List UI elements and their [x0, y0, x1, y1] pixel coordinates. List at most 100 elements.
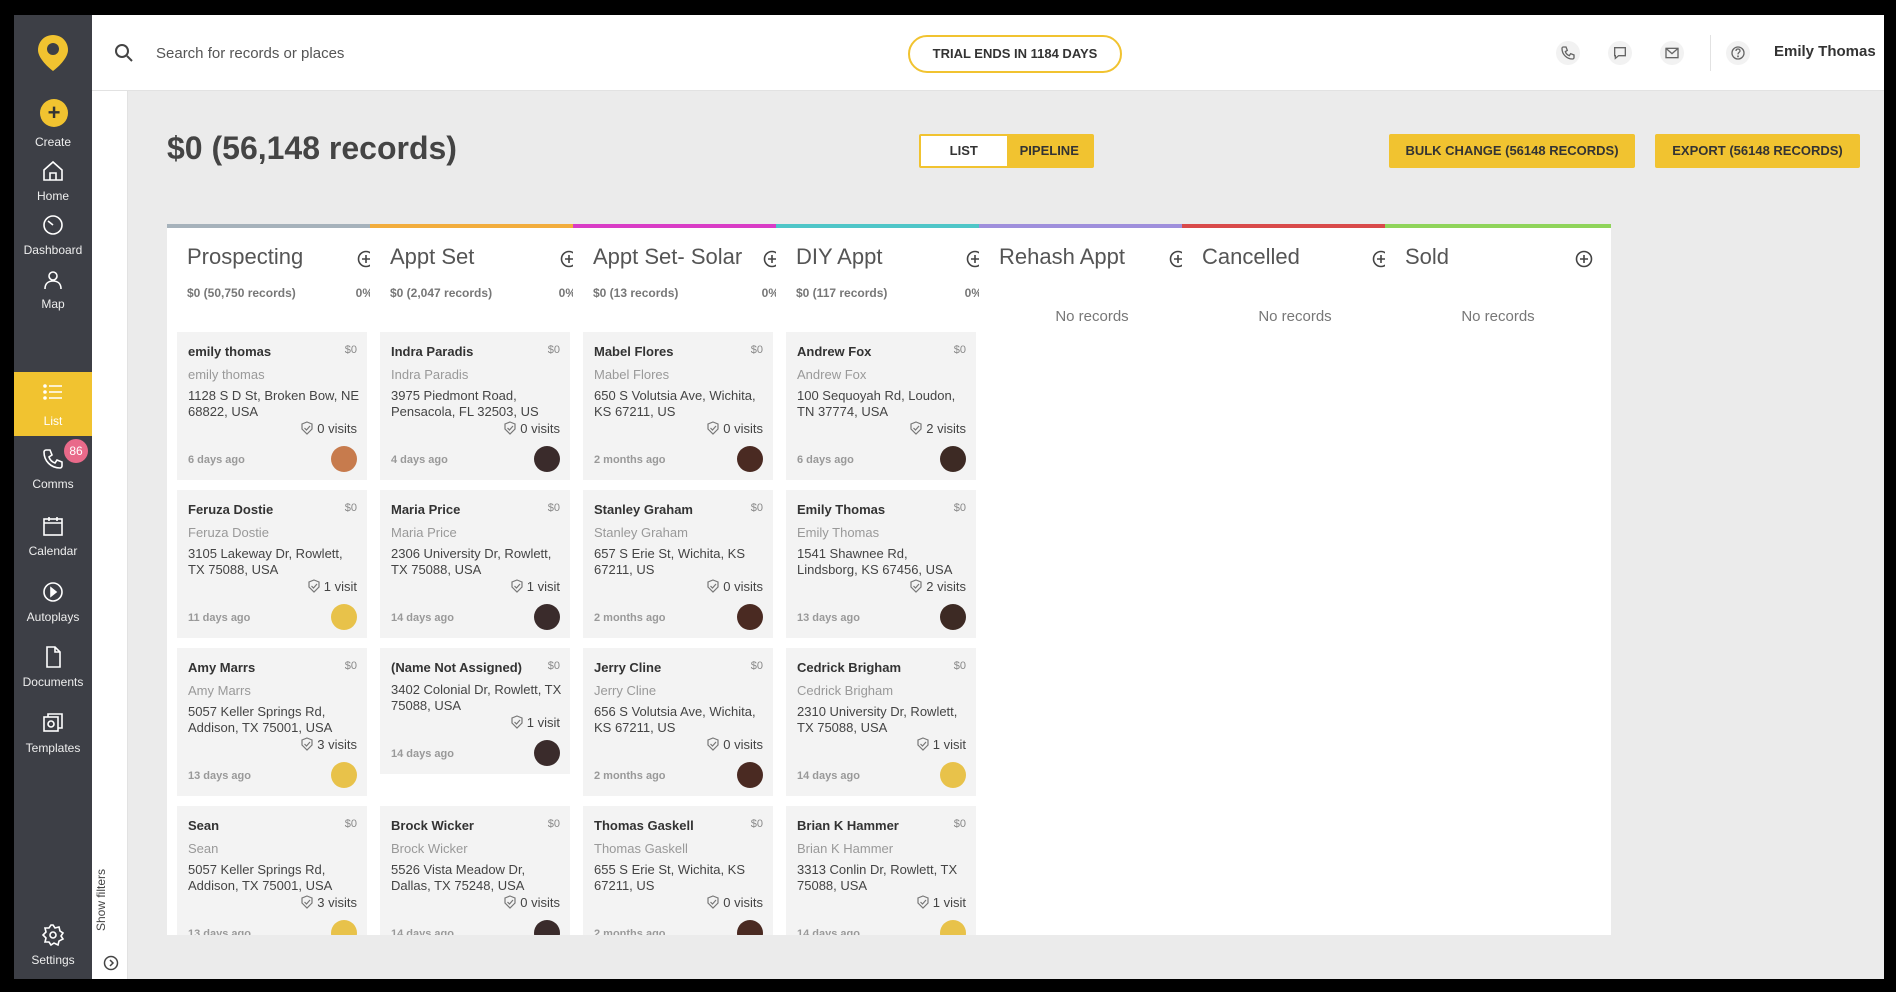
- avatar[interactable]: [940, 604, 966, 630]
- sidebar-item-list[interactable]: List: [14, 372, 92, 436]
- sidebar-item-calendar[interactable]: Calendar: [14, 506, 92, 570]
- sidebar-item-documents[interactable]: Documents: [14, 637, 92, 701]
- record-visits: 3 visits: [300, 895, 357, 910]
- record-card[interactable]: Amy Marrs $0 Amy Marrs 5057 Keller Springs …: [177, 648, 367, 796]
- filter-toggle-icon[interactable]: [103, 955, 119, 971]
- record-card[interactable]: Brian K Hammer $0 Brian K Hammer 3313 Conli…: [786, 806, 976, 935]
- avatar[interactable]: [534, 740, 560, 766]
- record-value: $0: [953, 502, 966, 514]
- avatar[interactable]: [534, 920, 560, 935]
- avatar[interactable]: [737, 446, 763, 472]
- avatar[interactable]: [331, 762, 357, 788]
- record-visits: 1 visit: [307, 579, 357, 594]
- card-list[interactable]: emily thomas $0 emily thomas 1128 S D St, B…: [177, 332, 367, 935]
- help-button[interactable]: [1726, 41, 1750, 65]
- pipeline-view-button[interactable]: PIPELINE: [1006, 136, 1092, 166]
- record-name[interactable]: Maria Price: [391, 502, 460, 517]
- user-name[interactable]: Emily Thomas: [1774, 43, 1876, 60]
- avatar[interactable]: [737, 920, 763, 935]
- record-visits: 3 visits: [300, 737, 357, 752]
- search-icon[interactable]: [114, 43, 134, 63]
- filters-strip[interactable]: Show filters: [92, 91, 128, 979]
- record-name[interactable]: Feruza Dostie: [188, 502, 273, 517]
- mail-button[interactable]: [1660, 41, 1684, 65]
- avatar[interactable]: [940, 920, 966, 935]
- bulk-change-button[interactable]: BULK CHANGE (56148 RECORDS): [1389, 134, 1635, 168]
- record-name[interactable]: Cedrick Brigham: [797, 660, 901, 675]
- sidebar-item-create[interactable]: + Create: [14, 91, 92, 155]
- list-view-button[interactable]: LIST: [921, 136, 1007, 166]
- record-card[interactable]: Indra Paradis $0 Indra Paradis 3975 Piedmon…: [380, 332, 570, 480]
- sidebar-item-label: Map: [41, 297, 65, 311]
- record-name[interactable]: (Name Not Assigned): [391, 660, 522, 675]
- add-record-icon[interactable]: [1575, 250, 1593, 268]
- column-summary: $0 (50,750 records): [187, 286, 296, 300]
- record-card[interactable]: (Name Not Assigned) $0 3402 Colonial Dr, R…: [380, 648, 570, 774]
- visits-count: 1 visit: [932, 895, 966, 910]
- record-name[interactable]: Stanley Graham: [594, 502, 693, 517]
- avatar[interactable]: [940, 762, 966, 788]
- record-card[interactable]: Mabel Flores $0 Mabel Flores 650 S Volutsia…: [583, 332, 773, 480]
- sidebar-item-templates[interactable]: Templates: [14, 703, 92, 767]
- record-name[interactable]: Brian K Hammer: [797, 818, 899, 833]
- avatar[interactable]: [534, 604, 560, 630]
- record-card[interactable]: Brock Wicker $0 Brock Wicker 5526 Vista Mea…: [380, 806, 570, 935]
- visits-count: 0 visits: [520, 895, 560, 910]
- record-card[interactable]: emily thomas $0 emily thomas 1128 S D St, B…: [177, 332, 367, 480]
- record-name[interactable]: Amy Marrs: [188, 660, 255, 675]
- record-visits: 0 visits: [300, 421, 357, 436]
- record-visits: 0 visits: [706, 421, 763, 436]
- call-button[interactable]: [1556, 41, 1580, 65]
- sidebar-item-comms[interactable]: 86 Comms: [14, 439, 92, 503]
- column-title: Rehash Appt: [999, 244, 1125, 269]
- card-list[interactable]: Mabel Flores $0 Mabel Flores 650 S Volutsia…: [583, 332, 773, 935]
- avatar[interactable]: [331, 604, 357, 630]
- record-card[interactable]: Cedrick Brigham $0 Cedrick Brigham 2310 Uni…: [786, 648, 976, 796]
- avatar[interactable]: [534, 446, 560, 472]
- avatar[interactable]: [331, 920, 357, 935]
- record-name[interactable]: Thomas Gaskell: [594, 818, 694, 833]
- record-name[interactable]: Sean: [188, 818, 219, 833]
- trial-button[interactable]: TRIAL ENDS IN 1184 DAYS: [908, 35, 1122, 73]
- chat-button[interactable]: [1608, 41, 1632, 65]
- check-shield-icon: [308, 579, 320, 593]
- record-card[interactable]: Feruza Dostie $0 Feruza Dostie 3105 Lakeway…: [177, 490, 367, 638]
- export-button[interactable]: EXPORT (56148 RECORDS): [1655, 134, 1860, 168]
- no-records-label: No records: [1258, 308, 1332, 325]
- check-shield-icon: [910, 579, 922, 593]
- show-filters-label[interactable]: Show filters: [94, 869, 108, 931]
- no-records-label: No records: [1055, 308, 1129, 325]
- phone-icon: [43, 449, 63, 469]
- check-shield-icon: [301, 421, 313, 435]
- record-name[interactable]: Indra Paradis: [391, 344, 473, 359]
- sidebar-item-map[interactable]: Map: [14, 259, 92, 323]
- column-summary: $0 (117 records): [796, 286, 888, 300]
- record-name[interactable]: Mabel Flores: [594, 344, 673, 359]
- sidebar-item-autoplays[interactable]: Autoplays: [14, 572, 92, 636]
- record-card[interactable]: Stanley Graham $0 Stanley Graham 657 S Erie…: [583, 490, 773, 638]
- record-name[interactable]: Jerry Cline: [594, 660, 661, 675]
- sidebar-item-settings[interactable]: Settings: [14, 915, 92, 979]
- record-card[interactable]: Andrew Fox $0 Andrew Fox 100 Sequoyah Rd, L…: [786, 332, 976, 480]
- record-card[interactable]: Maria Price $0 Maria Price 2306 University …: [380, 490, 570, 638]
- record-name[interactable]: emily thomas: [188, 344, 271, 359]
- card-list[interactable]: Andrew Fox $0 Andrew Fox 100 Sequoyah Rd, L…: [786, 332, 976, 935]
- avatar[interactable]: [940, 446, 966, 472]
- record-contact: Brian K Hammer: [797, 841, 894, 856]
- window-edge: [1884, 15, 1896, 979]
- card-list[interactable]: Indra Paradis $0 Indra Paradis 3975 Piedmon…: [380, 332, 570, 935]
- avatar[interactable]: [737, 762, 763, 788]
- avatar[interactable]: [737, 604, 763, 630]
- record-name[interactable]: Andrew Fox: [797, 344, 871, 359]
- record-name[interactable]: Emily Thomas: [797, 502, 885, 517]
- record-contact: Sean: [188, 841, 219, 856]
- view-toggle[interactable]: LIST PIPELINE: [919, 134, 1094, 168]
- record-card[interactable]: Sean $0 Sean 5057 Keller Springs Rd, Addiso…: [177, 806, 367, 935]
- record-name[interactable]: Brock Wicker: [391, 818, 474, 833]
- search-input[interactable]: [156, 41, 556, 65]
- play-icon: [43, 582, 63, 602]
- record-card[interactable]: Jerry Cline $0 Jerry Cline 656 S Volutsia A…: [583, 648, 773, 796]
- record-card[interactable]: Emily Thomas $0 Emily Thomas 1541 Shawnee R…: [786, 490, 976, 638]
- avatar[interactable]: [331, 446, 357, 472]
- record-card[interactable]: Thomas Gaskell $0 Thomas Gaskell 655 S Erie…: [583, 806, 773, 935]
